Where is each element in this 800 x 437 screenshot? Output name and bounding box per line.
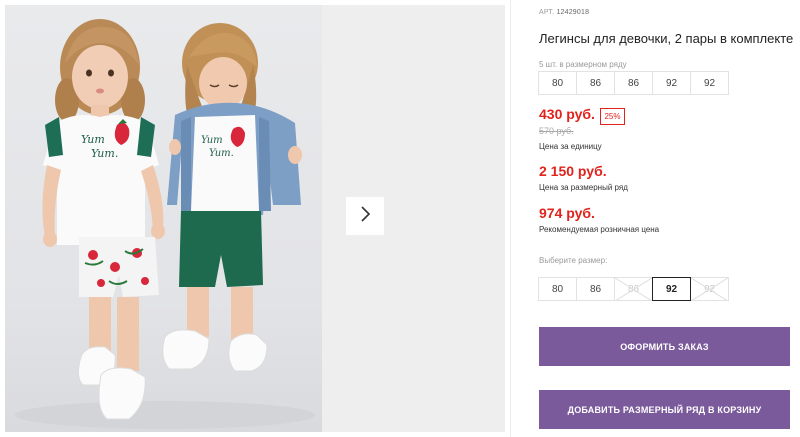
svg-text:Yum: Yum: [81, 133, 105, 146]
size-selector: 80 86 86 92 92: [538, 277, 729, 301]
unit-price: 430 руб.: [539, 106, 595, 122]
row-price: 2 150 руб.: [539, 163, 607, 179]
size-option-86-unavailable: 86: [614, 277, 653, 301]
unit-price-caption: Цена за единицу: [539, 142, 602, 151]
chevron-right-icon: [359, 205, 371, 227]
size-option-92-unavailable: 92: [690, 277, 729, 301]
svg-text:Yum.: Yum.: [209, 148, 234, 159]
article-number: АРТ. 12429018: [539, 9, 589, 16]
checkout-button[interactable]: ОФОРМИТЬ ЗАКАЗ: [539, 327, 790, 366]
choose-size-label: Выберите размер:: [539, 256, 608, 265]
size-option-80[interactable]: 80: [538, 277, 577, 301]
size-set-label: 5 шт. в размерном ряду: [539, 60, 627, 69]
add-size-row-to-cart-button[interactable]: ДОБАВИТЬ РАЗМЕРНЫЙ РЯД В КОРЗИНУ: [539, 390, 790, 429]
product-photo: Yum Yum. Yum Yum.: [5, 5, 322, 432]
column-divider: [510, 0, 511, 437]
size-set-item: 80: [538, 71, 577, 95]
size-option-92-selected[interactable]: 92: [652, 277, 691, 301]
product-title: Легинсы для девочки, 2 пары в комплекте: [539, 31, 794, 46]
product-gallery: Yum Yum. Yum Yum.: [5, 5, 505, 432]
size-option-86[interactable]: 86: [576, 277, 615, 301]
size-set-item: 86: [614, 71, 653, 95]
size-set-item: 92: [690, 71, 729, 95]
svg-text:Yum: Yum: [201, 135, 223, 146]
article-value: 12429018: [556, 9, 590, 16]
retail-price: 974 руб.: [539, 205, 595, 221]
size-set-item: 86: [576, 71, 615, 95]
children-photo-illustration: Yum Yum. Yum Yum.: [15, 19, 315, 429]
size-set-item: 92: [652, 71, 691, 95]
article-label: АРТ.: [539, 9, 555, 16]
row-price-caption: Цена за размерный ряд: [539, 183, 628, 192]
size-set-list: 80 86 86 92 92: [538, 71, 729, 95]
retail-price-caption: Рекомендуемая розничная цена: [539, 225, 660, 234]
discount-badge: 25%: [600, 108, 625, 125]
gallery-next-button[interactable]: [346, 197, 384, 235]
svg-text:Yum.: Yum.: [91, 147, 118, 160]
old-price: 570 руб.: [539, 126, 574, 136]
